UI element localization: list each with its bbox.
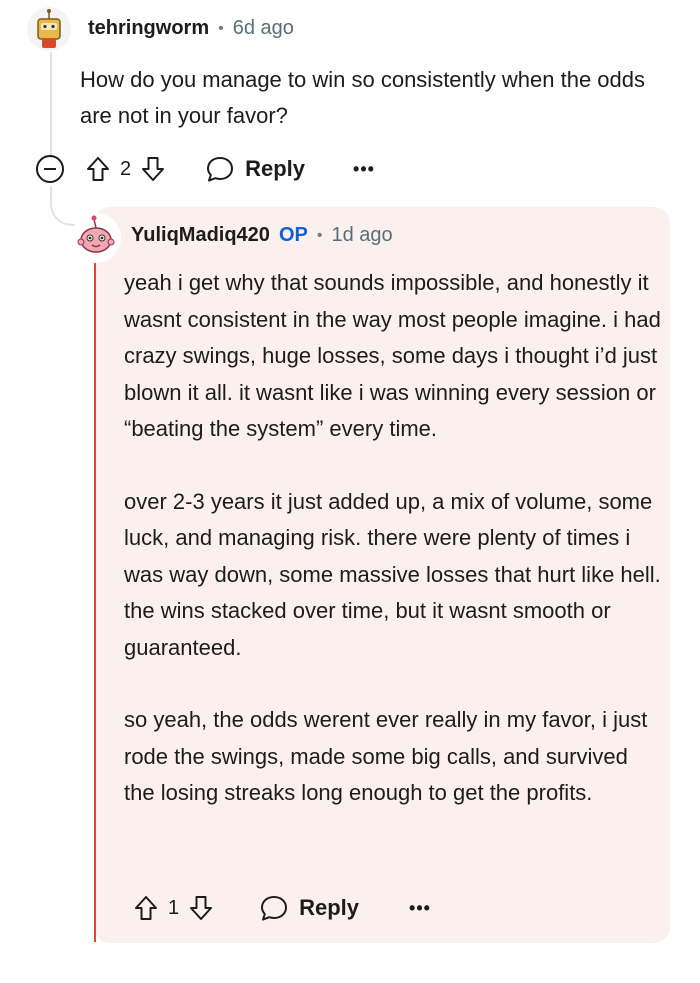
snoo-robot-avatar-icon[interactable] xyxy=(26,6,72,52)
minus-icon xyxy=(44,168,56,170)
meta-separator: • xyxy=(218,19,224,37)
reply-label: Reply xyxy=(245,156,306,181)
more-options-button[interactable]: ••• xyxy=(409,898,431,919)
collapse-thread-button[interactable] xyxy=(36,155,64,183)
op-badge: OP xyxy=(278,224,308,246)
meta-separator: • xyxy=(316,226,323,244)
vote-count: 1 xyxy=(168,896,180,919)
reply-paragraph: so yeah, the odds werent ever really in … xyxy=(124,707,648,805)
more-options-button[interactable]: ••• xyxy=(353,159,375,180)
upvote-icon[interactable] xyxy=(84,155,112,183)
highlight-line xyxy=(94,262,96,942)
reply-button[interactable]: Reply xyxy=(259,893,359,923)
reply-body: yeah i get why that sounds impossible, a… xyxy=(124,265,664,848)
reply-button[interactable]: Reply xyxy=(205,154,305,184)
comment-meta: tehringworm • 6d ago xyxy=(88,17,294,40)
timestamp[interactable]: 6d ago xyxy=(233,17,294,40)
vote-count: 2 xyxy=(120,157,132,180)
comment-thread: tehringworm • 6d ago How do you manage t… xyxy=(0,0,700,983)
username-link[interactable]: tehringworm xyxy=(88,17,209,40)
vote-controls: 2 xyxy=(84,155,167,183)
reply-paragraph: yeah i get why that sounds impossible, a… xyxy=(124,270,661,441)
username-link[interactable]: YuliqMadiq420 xyxy=(131,224,270,247)
reply-actions: 1 Reply ••• xyxy=(132,893,431,923)
speech-bubble-icon xyxy=(207,157,234,182)
thread-line xyxy=(50,52,52,158)
downvote-icon[interactable] xyxy=(139,155,167,183)
vote-controls: 1 xyxy=(132,894,215,922)
comment-actions: 2 Reply ••• xyxy=(36,154,375,184)
reply-paragraph: over 2-3 years it just added up, a mix o… xyxy=(124,488,661,660)
reply-meta: YuliqMadiq420 OP • 1d ago xyxy=(131,224,393,247)
snoo-pink-avatar-icon[interactable] xyxy=(70,212,122,264)
reply-label: Reply xyxy=(299,895,360,920)
comment-body: How do you manage to win so consistently… xyxy=(80,67,645,128)
speech-bubble-icon xyxy=(261,896,288,921)
downvote-icon[interactable] xyxy=(187,894,215,922)
upvote-icon[interactable] xyxy=(132,894,160,922)
timestamp[interactable]: 1d ago xyxy=(331,224,392,247)
